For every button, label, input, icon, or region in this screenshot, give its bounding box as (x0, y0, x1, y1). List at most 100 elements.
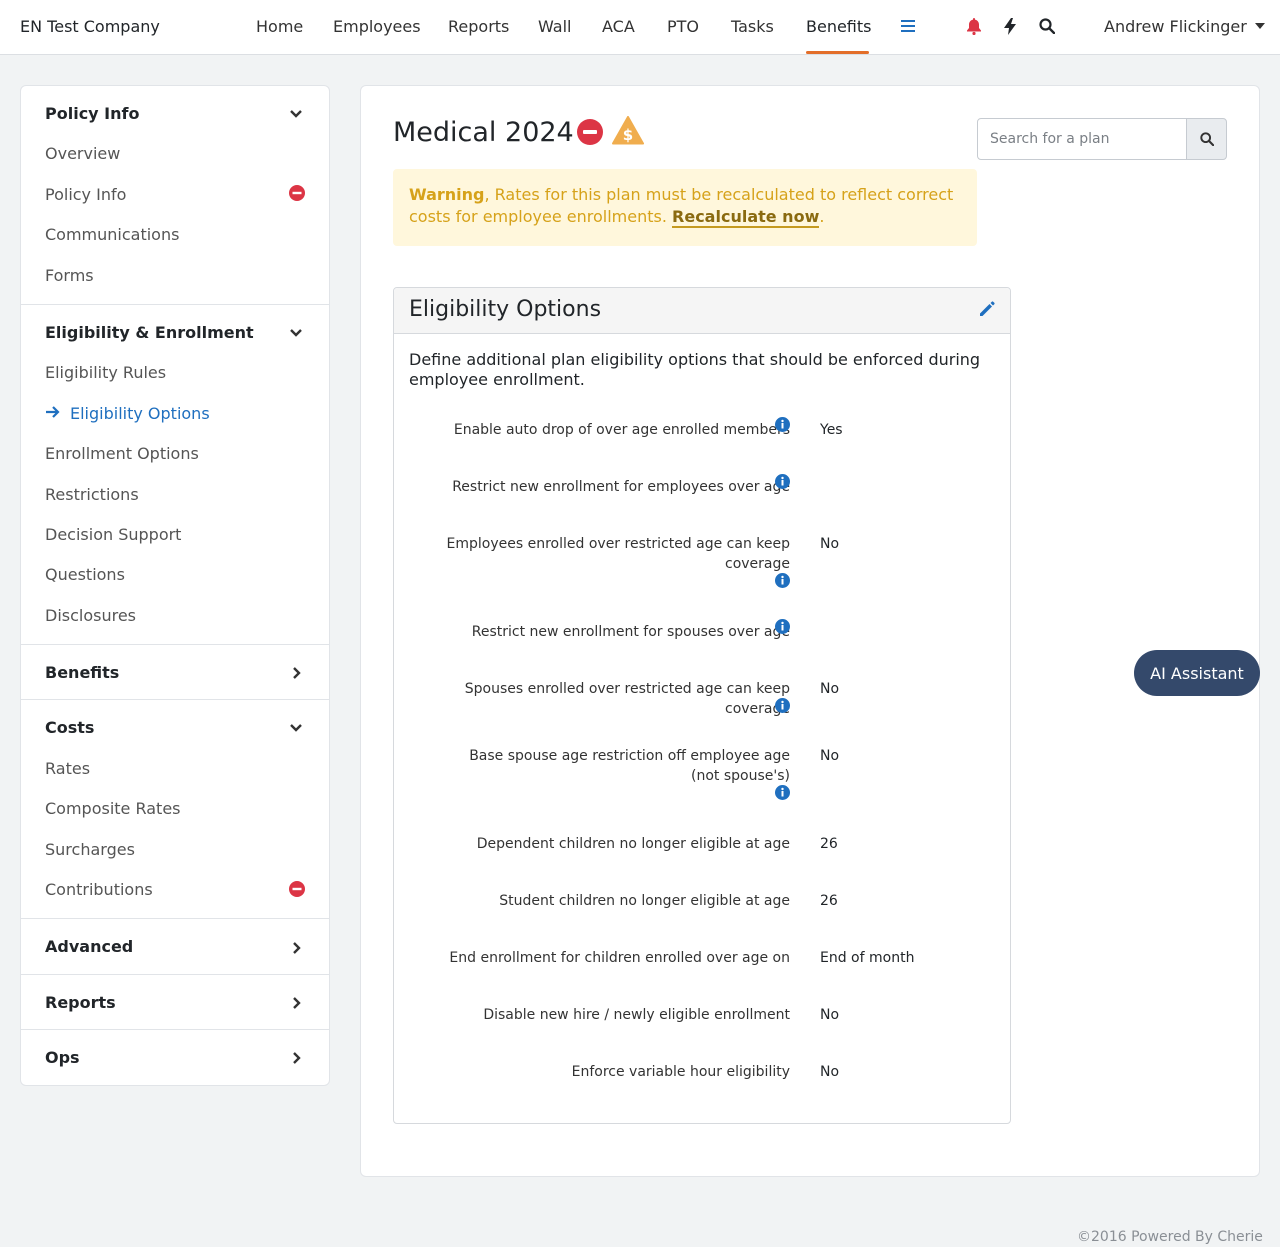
sidebar-item-decision-support[interactable]: Decision Support (45, 525, 181, 544)
sidebar-section-policy-info[interactable]: Policy Info (45, 104, 139, 123)
user-name: Andrew Flickinger (1104, 17, 1247, 36)
card-title: Eligibility Options (409, 297, 602, 322)
user-menu[interactable]: Andrew Flickinger (1104, 17, 1265, 36)
info-icon[interactable] (775, 573, 790, 588)
svg-text:$: $ (623, 126, 633, 144)
recalculate-link[interactable]: Recalculate now (672, 207, 820, 228)
option-value: No (820, 1007, 840, 1023)
sidebar-section-eligibility-enrollment[interactable]: Eligibility & Enrollment (45, 323, 254, 342)
nav-benefits[interactable]: Benefits (806, 17, 872, 36)
main-panel: Medical 2024 $ Warning, Rates for this p… (360, 85, 1260, 1177)
option-label: Dependent children no longer eligible at… (476, 836, 790, 852)
option-label: End enrollment for children enrolled ove… (449, 950, 790, 966)
option-label: Enforce variable hour eligibility (571, 1064, 790, 1080)
card-description: Define additional plan eligibility optio… (409, 350, 981, 389)
bolt-icon[interactable] (999, 15, 1021, 37)
option-label: Base spouse age restriction off employee… (469, 748, 790, 784)
nav-reports[interactable]: Reports (448, 17, 509, 36)
nav-home[interactable]: Home (256, 17, 303, 36)
sidebar-item-disclosures[interactable]: Disclosures (45, 606, 136, 625)
nav-wall[interactable]: Wall (538, 17, 572, 36)
minus-circle-icon (577, 119, 603, 145)
option-label: Employees enrolled over restricted age c… (446, 536, 790, 572)
nav-tasks[interactable]: Tasks (731, 17, 774, 36)
page-title: Medical 2024 (393, 117, 574, 148)
nav-employees[interactable]: Employees (333, 17, 421, 36)
info-icon[interactable] (775, 417, 790, 432)
sidebar-section-costs[interactable]: Costs (45, 718, 94, 737)
option-value: No (820, 748, 840, 764)
sidebar: Policy Info Overview Policy Info Communi… (20, 85, 330, 1086)
chevron-right-icon[interactable] (289, 996, 303, 1010)
info-icon[interactable] (775, 619, 790, 634)
sidebar-item-contributions[interactable]: Contributions (45, 880, 153, 899)
search-icon (1199, 132, 1214, 146)
top-navbar: EN Test Company Home Employees Reports W… (0, 0, 1280, 55)
arrow-right-icon (46, 406, 60, 418)
plan-search-input[interactable] (977, 118, 1187, 160)
rates-warning-alert: Warning, Rates for this plan must be rec… (393, 169, 977, 246)
option-value: No (820, 681, 840, 697)
footer-copyright: ©2016 Powered By Cherie (1077, 1229, 1263, 1245)
sidebar-section-benefits[interactable]: Benefits (45, 663, 119, 682)
info-icon[interactable] (775, 698, 790, 713)
sidebar-item-eligibility-options[interactable]: Eligibility Options (70, 404, 210, 423)
sidebar-divider (21, 1029, 329, 1030)
option-value: 26 (820, 893, 838, 909)
sidebar-item-rates[interactable]: Rates (45, 759, 90, 778)
option-label: Disable new hire / newly eligible enroll… (483, 1007, 790, 1023)
sidebar-item-composite-rates[interactable]: Composite Rates (45, 799, 181, 818)
sidebar-section-ops[interactable]: Ops (45, 1048, 80, 1067)
sidebar-divider (21, 699, 329, 700)
option-label: Restrict new enrollment for employees ov… (452, 479, 790, 495)
sidebar-divider (21, 644, 329, 645)
option-value: End of month (820, 950, 915, 966)
dollar-warning-icon: $ (612, 116, 644, 145)
search-icon[interactable] (1036, 15, 1058, 37)
bell-icon[interactable] (963, 15, 985, 37)
sidebar-item-questions[interactable]: Questions (45, 565, 125, 584)
sidebar-section-reports[interactable]: Reports (45, 993, 116, 1012)
card-header: Eligibility Options (394, 288, 1010, 334)
minus-circle-icon (289, 881, 305, 897)
ai-assistant-button[interactable]: AI Assistant (1134, 650, 1260, 696)
option-label: Restrict new enrollment for spouses over… (471, 624, 790, 640)
chevron-right-icon[interactable] (289, 941, 303, 955)
sidebar-divider (21, 304, 329, 305)
option-value: No (820, 1064, 840, 1080)
info-icon[interactable] (775, 474, 790, 489)
sidebar-section-advanced[interactable]: Advanced (45, 937, 133, 956)
sidebar-item-enrollment-options[interactable]: Enrollment Options (45, 444, 199, 463)
nav-pto[interactable]: PTO (667, 17, 699, 36)
sidebar-item-eligibility-rules[interactable]: Eligibility Rules (45, 363, 166, 382)
active-nav-indicator (806, 51, 869, 54)
option-label: Spouses enrolled over restricted age can… (464, 681, 790, 717)
option-label: Enable auto drop of over age enrolled me… (453, 422, 790, 438)
sidebar-item-surcharges[interactable]: Surcharges (45, 840, 135, 859)
sidebar-divider (21, 918, 329, 919)
sidebar-item-communications[interactable]: Communications (45, 225, 179, 244)
caret-down-icon (1254, 22, 1265, 29)
option-value: Yes (820, 422, 843, 438)
option-label: Student children no longer eligible at a… (499, 893, 790, 909)
option-value: No (820, 536, 840, 552)
pencil-icon[interactable] (978, 300, 996, 318)
chevron-down-icon[interactable] (289, 326, 303, 340)
chevron-down-icon[interactable] (289, 721, 303, 735)
eligibility-options-card: Eligibility Options Define additional pl… (393, 287, 1011, 1124)
sidebar-item-overview[interactable]: Overview (45, 144, 120, 163)
nav-aca[interactable]: ACA (602, 17, 635, 36)
sidebar-item-restrictions[interactable]: Restrictions (45, 485, 139, 504)
sidebar-item-forms[interactable]: Forms (45, 266, 94, 285)
sidebar-divider (21, 974, 329, 975)
company-name[interactable]: EN Test Company (20, 17, 160, 36)
chevron-right-icon[interactable] (289, 666, 303, 680)
info-icon[interactable] (775, 785, 790, 800)
chevron-right-icon[interactable] (289, 1051, 303, 1065)
sidebar-item-policy-info[interactable]: Policy Info (45, 185, 126, 204)
warning-label: Warning (409, 185, 485, 204)
minus-circle-icon (289, 185, 305, 201)
plan-search-button[interactable] (1186, 118, 1227, 160)
chevron-down-icon[interactable] (289, 107, 303, 121)
menu-icon[interactable] (897, 15, 919, 37)
